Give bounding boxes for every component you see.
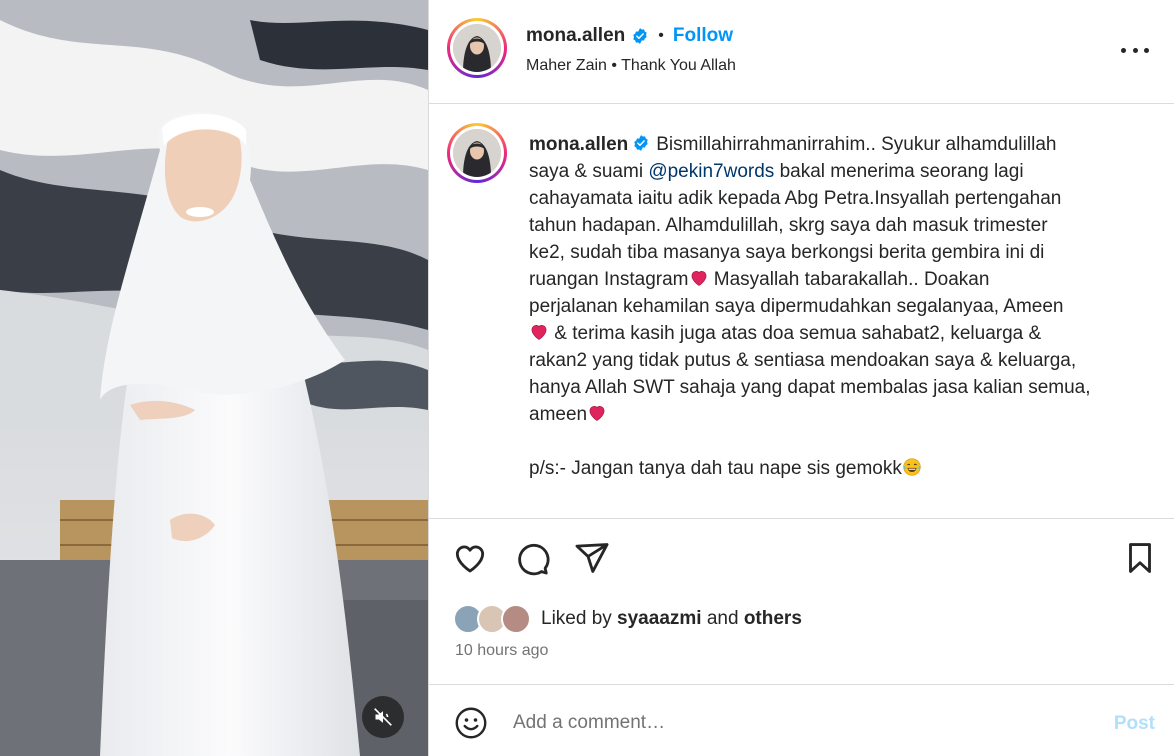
caption-text: mona.allen Bismillahirrahmanirrahim.. Sy… [529, 131, 1149, 482]
caption-author-avatar[interactable] [447, 123, 507, 183]
follow-button[interactable]: Follow [673, 25, 733, 47]
liker-avatar [501, 604, 531, 634]
others-link[interactable]: others [744, 608, 802, 629]
paper-plane-icon[interactable] [573, 539, 611, 577]
caption-line: ke2, sudah tiba masanya saya berkongsi b… [529, 242, 1045, 263]
heart-icon[interactable] [451, 539, 489, 577]
header-user-row: mona.allen • Follow [526, 24, 733, 48]
post-photo [0, 0, 428, 756]
liked-by-middle: and [701, 608, 744, 629]
likes-row[interactable]: Liked by syaaazmi and others [453, 602, 802, 636]
author-avatar[interactable] [447, 18, 507, 78]
red-heart-emoji [531, 324, 547, 340]
tears-of-joy-emoji [903, 458, 921, 476]
separator-dot: • [658, 27, 664, 44]
mute-toggle-button[interactable] [362, 696, 404, 738]
caption-line: Bismillahirrahmanirrahim.. Syukur alhamd… [656, 134, 1057, 155]
author-username[interactable]: mona.allen [526, 25, 625, 47]
caption-line: Masyallah tabarakallah.. Doakan [708, 269, 990, 290]
post-timestamp[interactable]: 10 hours ago [455, 642, 548, 660]
verified-badge-icon [633, 28, 647, 44]
verified-badge-icon [634, 135, 648, 151]
caption-line: hanya Allah SWT sahaja yang dapat membal… [529, 377, 1091, 398]
comment-bar: Post [429, 684, 1174, 756]
red-heart-emoji [589, 405, 605, 421]
liker-username[interactable]: syaaazmi [617, 608, 702, 629]
more-options-icon[interactable] [1121, 38, 1149, 62]
action-bar [429, 537, 1174, 581]
liked-by-prefix: Liked by [541, 608, 618, 629]
smiley-face-icon[interactable] [453, 705, 489, 741]
bookmark-icon[interactable] [1121, 539, 1159, 577]
caption-line: ruangan Instagram [529, 269, 689, 290]
post-media[interactable] [0, 0, 428, 756]
caption-section: mona.allen Bismillahirrahmanirrahim.. Sy… [429, 105, 1174, 519]
caption-line: rakan2 yang tidak putus & sentiasa mendo… [529, 350, 1077, 371]
audio-artist: Maher Zain [526, 57, 607, 74]
caption-line: tahun hadapan. Alhamdulillah, skrg saya … [529, 215, 1048, 236]
liker-avatars [453, 604, 533, 634]
liked-by-text: Liked by syaaazmi and others [541, 608, 802, 630]
comment-input[interactable] [513, 707, 1073, 739]
caption-line: saya & suami [529, 161, 649, 182]
caption-line: perjalanan kehamilan saya dipermudahkan … [529, 296, 1064, 317]
caption-line: ameen [529, 404, 588, 425]
post-details-panel: mona.allen • Follow Maher Zain • Thank Y… [428, 0, 1174, 756]
avatar-image [453, 24, 501, 72]
comment-bubble-icon[interactable] [513, 539, 551, 577]
avatar-image [453, 129, 501, 177]
speaker-muted-icon [374, 708, 392, 726]
caption-line: & terima kasih juga atas doa semua sahab… [549, 323, 1042, 344]
audio-track-link[interactable]: Maher Zain • Thank You Allah [526, 57, 736, 75]
mention-link[interactable]: @pekin7words [648, 161, 774, 182]
caption-line: cahayamata iaitu adik kepada Abg Petra.I… [529, 188, 1062, 209]
caption-username[interactable]: mona.allen [529, 134, 628, 155]
audio-track-title: Thank You Allah [621, 57, 736, 74]
post-comment-button[interactable]: Post [1114, 713, 1155, 735]
caption-line: bakal menerima seorang lagi [774, 161, 1024, 182]
post-header: mona.allen • Follow Maher Zain • Thank Y… [429, 0, 1174, 104]
caption-line: p/s:- Jangan tanya dah tau nape sis gemo… [529, 458, 902, 479]
audio-separator: • [611, 57, 617, 74]
red-heart-emoji [691, 270, 706, 286]
